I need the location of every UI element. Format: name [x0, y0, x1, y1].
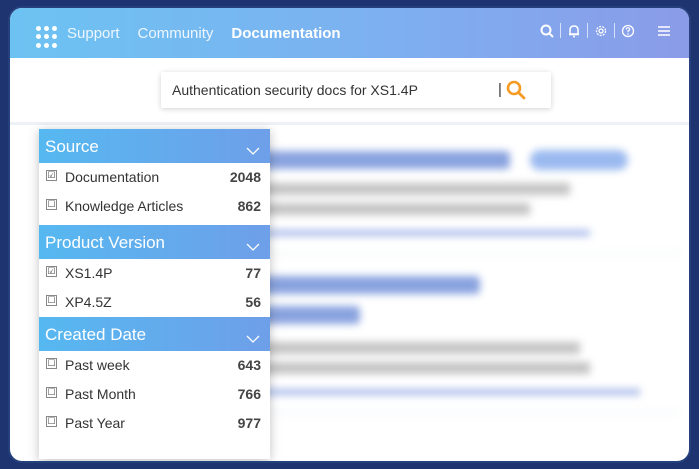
filter-option-label: XP4.5Z: [65, 294, 112, 310]
result-snippet: [240, 201, 680, 221]
divider: [10, 122, 689, 125]
result-url: [240, 227, 680, 239]
nav-support[interactable]: Support: [67, 25, 120, 42]
filter-title: Created Date: [45, 325, 147, 344]
search-input[interactable]: Authentication security docs for XS1.4P …: [161, 72, 551, 108]
search-results-blurred: [240, 148, 680, 435]
filter-option[interactable]: ☐ Past Year 977: [39, 409, 270, 438]
filter-option[interactable]: ☐ Knowledge Articles 862: [39, 192, 270, 221]
filter-header-version[interactable]: Product Version: [39, 225, 270, 259]
filter-option-count: 977: [237, 415, 261, 431]
filter-option-count: 766: [237, 386, 261, 402]
checkbox-unchecked[interactable]: ☐: [46, 358, 57, 369]
filter-title: Source: [45, 137, 99, 156]
filter-option-count: 2048: [229, 169, 261, 185]
gear-icon[interactable]: [594, 24, 608, 38]
menu-icon[interactable]: [657, 25, 671, 37]
filter-option-label: Knowledge Articles: [65, 198, 184, 214]
separator: [614, 23, 615, 38]
filter-option-count: 862: [237, 198, 261, 214]
result-badge: [529, 149, 628, 170]
filter-header-source[interactable]: Source: [39, 129, 270, 163]
main-nav: Support Community Documentation: [67, 25, 341, 42]
chevron-down-icon[interactable]: [246, 236, 260, 256]
result-item: [240, 148, 680, 254]
result-item: [240, 276, 680, 413]
filter-option-label: Documentation: [65, 169, 160, 185]
filter-option-count: 643: [237, 357, 261, 373]
result-title: [240, 148, 680, 171]
separator: [587, 23, 588, 38]
checkbox-unchecked[interactable]: ☐: [46, 416, 57, 427]
apps-grid-icon[interactable]: [36, 26, 58, 48]
result-snippet: [240, 340, 680, 360]
filter-header-date[interactable]: Created Date: [39, 317, 270, 351]
top-navigation-bar: Support Community Documentation: [10, 8, 689, 58]
filter-option-count: 77: [245, 265, 261, 281]
filter-title: Product Version: [45, 233, 166, 252]
chevron-down-icon[interactable]: [246, 140, 260, 160]
filter-option-label: XS1.4P: [65, 265, 113, 281]
checkbox-unchecked[interactable]: ☐: [46, 387, 57, 398]
checkbox-unchecked[interactable]: ☐: [46, 295, 57, 306]
separator: [560, 23, 561, 38]
checkbox-checked[interactable]: ☑: [46, 170, 57, 181]
search-icon[interactable]: [506, 80, 526, 100]
filter-option[interactable]: ☐ Past Month 766: [39, 380, 270, 409]
result-title: [240, 276, 680, 300]
filter-option[interactable]: ☑ Documentation 2048: [39, 163, 270, 192]
app-frame: Support Community Documentation Authenti…: [8, 6, 691, 463]
filter-option-count: 56: [245, 294, 261, 310]
nav-community[interactable]: Community: [138, 25, 214, 42]
filter-option[interactable]: ☑ XS1.4P 77: [39, 259, 270, 288]
top-icons: [540, 23, 671, 38]
filter-option-label: Past Month: [65, 386, 136, 402]
search-query[interactable]: Authentication security docs for XS1.4P: [172, 82, 418, 98]
bell-icon[interactable]: [567, 24, 581, 38]
result-snippet: [240, 360, 680, 380]
result-title: [240, 306, 680, 330]
search-button[interactable]: [506, 80, 526, 105]
filter-option[interactable]: ☐ Past week 643: [39, 351, 270, 380]
result-url: [240, 386, 680, 398]
filter-option-label: Past week: [65, 357, 130, 373]
text-caret: |: [498, 81, 502, 98]
search-icon[interactable]: [540, 24, 554, 38]
checkbox-checked[interactable]: ☑: [46, 266, 57, 277]
checkbox-unchecked[interactable]: ☐: [46, 199, 57, 210]
filter-option[interactable]: ☐ XP4.5Z 56: [39, 288, 270, 317]
chevron-down-icon[interactable]: [246, 328, 260, 348]
search-area: Authentication security docs for XS1.4P …: [10, 58, 689, 122]
result-snippet: [240, 181, 680, 201]
help-icon[interactable]: [621, 24, 635, 38]
filter-option-label: Past Year: [65, 415, 125, 431]
filter-panel: Source ☑ Documentation 2048 ☐ Knowledge …: [39, 129, 270, 459]
nav-documentation[interactable]: Documentation: [231, 25, 340, 42]
